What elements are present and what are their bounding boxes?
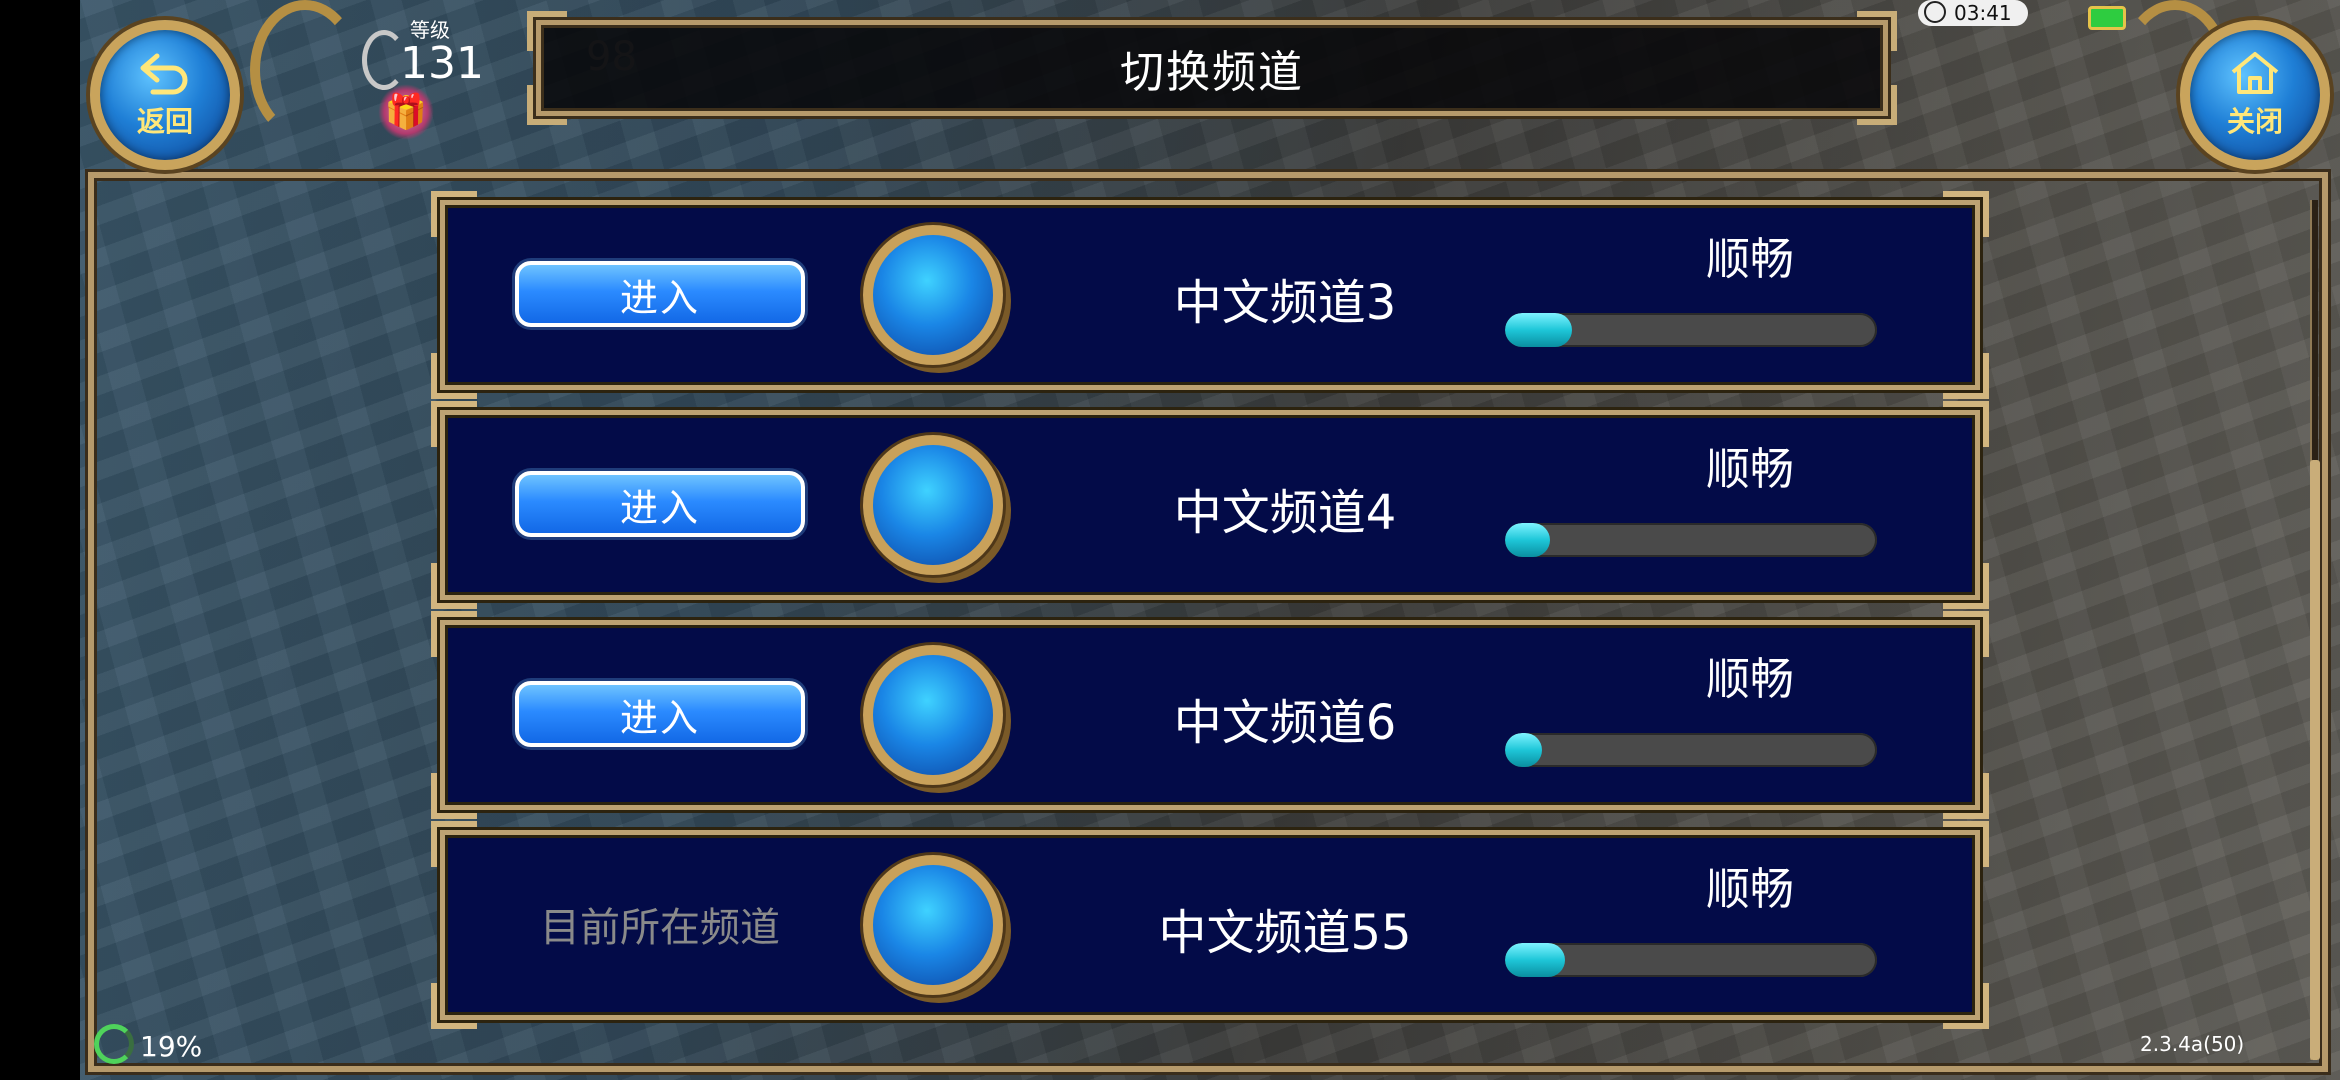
channel-name: 中文频道6 [1173, 695, 1397, 751]
channel-load-fill [1505, 523, 1550, 557]
frame-corner [1943, 983, 1989, 1029]
frame-corner [431, 773, 477, 819]
version-label: 2.3.4a(50) [2140, 1032, 2245, 1056]
channel-row: 进入 中文频道6 顺畅 [431, 611, 1989, 819]
frame-corner [431, 983, 477, 1029]
channel-row: 进入 中文频道3 顺畅 [431, 191, 1989, 399]
frame-corner [431, 401, 477, 447]
battery-icon [2088, 6, 2126, 30]
channel-load-bar [1505, 523, 1877, 557]
frame-corner [1943, 191, 1989, 237]
clock-time: 03:41 [1954, 1, 2012, 25]
left-ornament [250, 0, 360, 140]
channel-row-current: 目前所在频道 中文频道55 顺畅 [431, 821, 1989, 1029]
game-screen: 返回 关闭 等级 131 98 🎁 切换频道 03:41 进入 中文频道3 顺畅 [0, 0, 2340, 1080]
back-arrow-icon [140, 53, 188, 95]
home-icon [2231, 52, 2279, 94]
frame-corner [431, 191, 477, 237]
level-value: 131 [400, 38, 484, 89]
channel-status: 顺畅 [1706, 234, 1794, 285]
frame-corner [1943, 401, 1989, 447]
close-label: 关闭 [2226, 105, 2283, 138]
orb-icon [863, 855, 1003, 995]
scrollbar-thumb[interactable] [2310, 460, 2320, 1060]
loading-percent: 19% [140, 1030, 203, 1063]
channel-name: 中文频道4 [1173, 485, 1397, 541]
time-status: 03:41 [1918, 0, 2028, 26]
channel-status: 顺畅 [1706, 864, 1794, 915]
channel-load-bar [1505, 733, 1877, 767]
channel-load-fill [1505, 733, 1543, 767]
frame-corner [431, 353, 477, 399]
back-label: 返回 [136, 105, 193, 138]
frame-corner [1943, 611, 1989, 657]
orb-icon [863, 645, 1003, 785]
frame-corner [1857, 85, 1897, 125]
channel-row: 进入 中文频道4 顺畅 [431, 401, 1989, 609]
channel-status: 顺畅 [1706, 654, 1794, 705]
gift-icon[interactable]: 🎁 [378, 84, 434, 140]
back-button[interactable]: 返回 [90, 20, 240, 170]
current-channel-label: 目前所在频道 [540, 905, 780, 951]
clock-icon [1924, 1, 1946, 23]
channel-load-bar [1505, 313, 1877, 347]
frame-corner [1943, 821, 1989, 867]
channel-load-fill [1505, 313, 1572, 347]
enter-channel-button[interactable]: 进入 [515, 471, 805, 537]
progress-ring-icon [94, 1024, 134, 1064]
channel-load-fill [1505, 943, 1565, 977]
channel-load-bar [1505, 943, 1877, 977]
page-title: 切换频道 [1120, 47, 1304, 98]
frame-corner [1943, 563, 1989, 609]
frame-corner [1857, 11, 1897, 51]
channel-name: 中文频道3 [1173, 275, 1397, 331]
close-button[interactable]: 关闭 [2180, 20, 2330, 170]
title-bar: 切换频道 [527, 11, 1897, 125]
level-display: 等级 131 [350, 8, 530, 89]
enter-channel-button[interactable]: 进入 [515, 681, 805, 747]
channel-name: 中文频道55 [1158, 905, 1412, 961]
frame-corner [431, 611, 477, 657]
frame-corner [1943, 773, 1989, 819]
channel-status: 顺畅 [1706, 444, 1794, 495]
orb-icon [863, 225, 1003, 365]
frame-corner [431, 821, 477, 867]
orb-icon [863, 435, 1003, 575]
enter-channel-button[interactable]: 进入 [515, 261, 805, 327]
frame-corner [527, 11, 567, 51]
frame-corner [527, 85, 567, 125]
frame-corner [1943, 353, 1989, 399]
frame-corner [431, 563, 477, 609]
